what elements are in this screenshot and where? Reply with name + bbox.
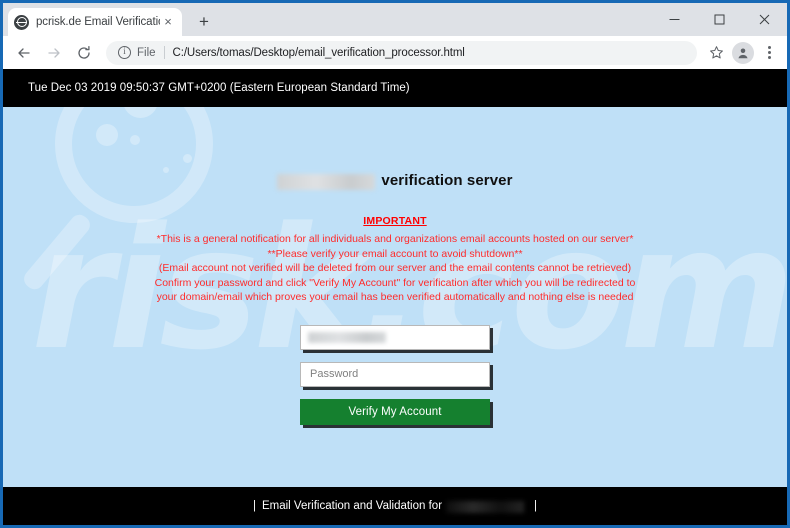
globe-icon — [14, 14, 29, 30]
important-heading: IMPORTANT — [363, 215, 427, 227]
warning-line-1: *This is a general notification for all … — [156, 233, 634, 245]
maximize-icon[interactable] — [697, 3, 742, 36]
url-scheme-label: File — [137, 46, 156, 59]
datetime-text: Tue Dec 03 2019 09:50:37 GMT+0200 (Easte… — [28, 82, 410, 94]
three-dots-icon[interactable] — [757, 40, 781, 66]
password-field[interactable] — [300, 361, 490, 387]
warning-block: *This is a general notification for all … — [3, 232, 787, 305]
footer-bar: | Email Verification and Validation for … — [3, 487, 787, 525]
footer-left-pipe: | — [252, 500, 256, 512]
browser-tab[interactable]: pcrisk.de Email Verification × — [8, 8, 182, 36]
url-text: C:/Users/tomas/Desktop/email_verificatio… — [172, 46, 465, 59]
warning-line-4: Confirm your password and click "Verify … — [154, 276, 636, 289]
redacted-brand — [277, 173, 376, 190]
omnibox-divider — [163, 46, 165, 59]
warning-line-2: **Please verify your email account to av… — [267, 247, 523, 260]
info-circle-icon[interactable] — [118, 46, 131, 59]
browser-toolbar: File C:/Users/tomas/Desktop/email_verifi… — [3, 36, 787, 69]
browser-window: pcrisk.de Email Verification × + i File … — [0, 0, 790, 528]
footer-right-pipe: | — [534, 500, 538, 512]
email-field[interactable] — [300, 324, 490, 350]
datetime-bar: Tue Dec 03 2019 09:50:37 GMT+0200 (Easte… — [3, 69, 787, 107]
star-icon[interactable] — [703, 40, 729, 66]
back-icon[interactable] — [10, 39, 38, 67]
tab-title: pcrisk.de Email Verification — [36, 16, 160, 28]
verification-form: Verify My Account — [3, 324, 787, 425]
avatar-icon[interactable] — [732, 41, 754, 64]
warning-line-3: (Email account not verified will be dele… — [158, 262, 632, 274]
page-title: verification server — [3, 172, 787, 190]
redacted-footer-brand — [446, 501, 525, 513]
window-controls — [652, 3, 787, 36]
footer-text-group: | Email Verification and Validation for … — [247, 500, 543, 513]
password-input[interactable] — [308, 367, 482, 381]
address-bar[interactable]: File C:/Users/tomas/Desktop/email_verifi… — [106, 40, 697, 65]
page-content: verification server IMPORTANT *This is a… — [3, 107, 787, 487]
redacted-email-value — [308, 331, 386, 343]
minimize-icon[interactable] — [652, 3, 697, 36]
page-title-text: verification server — [381, 172, 513, 189]
close-icon[interactable] — [742, 3, 787, 36]
verify-my-account-button[interactable]: Verify My Account — [300, 398, 490, 425]
page-viewport: risk.com verification server IMPORTANT *… — [3, 69, 787, 525]
warning-line-5: your domain/email which proves your emai… — [156, 291, 634, 303]
new-tab-button[interactable]: + — [193, 11, 215, 33]
forward-icon[interactable] — [40, 39, 68, 67]
tab-strip: pcrisk.de Email Verification × + — [3, 3, 787, 36]
close-tab-icon[interactable]: × — [160, 14, 176, 30]
reload-icon[interactable] — [70, 39, 98, 67]
footer-label: Email Verification and Validation for — [261, 500, 443, 512]
